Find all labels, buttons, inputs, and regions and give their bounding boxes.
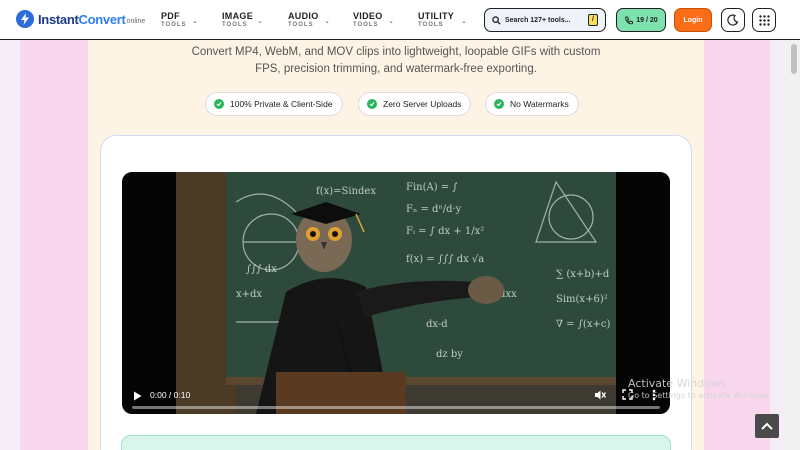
- top-navbar: InstantConvert online PDF TOOLS ⌄ IMAGE …: [0, 0, 800, 40]
- badge-label: 100% Private & Client-Side: [230, 99, 333, 109]
- nav-subtitle: TOOLS: [161, 22, 187, 28]
- svg-text:∑ (x+b)+d: ∑ (x+b)+d: [556, 269, 610, 280]
- play-icon[interactable]: [133, 391, 142, 401]
- svg-text:∇ = ∫(x+c): ∇ = ∫(x+c): [556, 319, 610, 330]
- check-circle-icon: [214, 99, 224, 109]
- page-scrollbar[interactable]: [788, 40, 800, 450]
- nav-subtitle: TOOLS: [222, 22, 248, 28]
- badge-private: 100% Private & Client-Side: [205, 92, 343, 116]
- svg-text:Fin(A) = ∫: Fin(A) = ∫: [406, 182, 458, 193]
- svg-text:f(x) = ∫∫∫ dx √a: f(x) = ∫∫∫ dx √a: [406, 254, 484, 265]
- moon-icon: [727, 14, 739, 26]
- nav-title: AUDIO: [288, 11, 319, 21]
- nav-subtitle: TOOLS: [288, 22, 314, 28]
- nav-subtitle: TOOLS: [353, 22, 379, 28]
- video-controls: 0:00 / 0:10: [122, 382, 670, 414]
- video-frame-owl-professor: f(x)=Sindex Fin(A) = ∫ Fₙ = dⁿ/d·y Fᵢ = …: [176, 172, 616, 414]
- svg-text:dz by: dz by: [436, 349, 463, 360]
- search-placeholder: Search 127+ tools...: [505, 16, 571, 24]
- watermark-title: Activate Windows: [628, 377, 726, 390]
- lightning-bolt-icon: [16, 10, 34, 28]
- svg-text:dx-d: dx-d: [426, 319, 448, 330]
- login-button[interactable]: Login: [674, 8, 712, 32]
- logo-text: InstantConvert: [38, 11, 126, 27]
- svg-text:∫∫∫ dx: ∫∫∫ dx: [246, 264, 277, 275]
- svg-text:Fᵢ = ∫ dx + 1/x²: Fᵢ = ∫ dx + 1/x²: [406, 226, 484, 237]
- nav-title: VIDEO: [353, 11, 383, 21]
- svg-text:Fₙ = dⁿ/d·y: Fₙ = dⁿ/d·y: [406, 204, 462, 215]
- search-shortcut-key: /: [588, 14, 598, 26]
- nav-image-tools[interactable]: IMAGE TOOLS ⌄: [222, 11, 263, 29]
- nav-pdf-tools[interactable]: PDF TOOLS ⌄: [161, 11, 198, 29]
- badge-label: No Watermarks: [510, 99, 569, 109]
- windows-activation-watermark: Activate Windows Go to Settings to activ…: [628, 377, 771, 402]
- chevron-down-icon: ⌄: [388, 18, 394, 25]
- nav-utility-tools[interactable]: UTILITY TOOLS ⌄: [418, 11, 467, 29]
- scroll-to-top-button[interactable]: [755, 414, 779, 438]
- conversion-options-panel: [121, 435, 671, 450]
- mute-icon[interactable]: [594, 389, 606, 401]
- watermark-subtitle: Go to Settings to activate Windows.: [628, 391, 772, 400]
- svg-text:Sim(x+6)²: Sim(x+6)²: [556, 294, 608, 305]
- video-time: 0:00 / 0:10: [150, 390, 191, 400]
- svg-text:f(x)=Sindex: f(x)=Sindex: [316, 186, 376, 197]
- phone-icon: [625, 15, 634, 24]
- hero-subtitle: Convert MP4, WebM, and MOV clips into li…: [191, 46, 601, 75]
- nav-title: PDF: [161, 11, 180, 21]
- chevron-up-icon: [761, 422, 773, 430]
- badge-no-watermarks: No Watermarks: [485, 92, 579, 116]
- search-icon: [492, 15, 501, 25]
- usage-counter-text: 19 / 20: [636, 16, 658, 24]
- grid-icon: [758, 14, 770, 26]
- usage-counter-button[interactable]: 19 / 20: [616, 8, 666, 32]
- nav-title: UTILITY: [418, 11, 455, 21]
- video-player[interactable]: f(x)=Sindex Fin(A) = ∫ Fₙ = dⁿ/d·y Fᵢ = …: [122, 172, 670, 414]
- nav-video-tools[interactable]: VIDEO TOOLS ⌄: [353, 11, 394, 29]
- chevron-down-icon: ⌄: [324, 18, 330, 25]
- check-circle-icon: [494, 99, 504, 109]
- chevron-down-icon: ⌄: [192, 18, 198, 25]
- badge-no-uploads: Zero Server Uploads: [358, 92, 472, 116]
- chevron-down-icon: ⌄: [257, 18, 263, 25]
- search-tools-button[interactable]: Search 127+ tools... /: [484, 8, 606, 32]
- theme-toggle-button[interactable]: [721, 8, 745, 32]
- nav-subtitle: TOOLS: [418, 22, 444, 28]
- scrollbar-thumb[interactable]: [791, 44, 797, 74]
- check-circle-icon: [367, 99, 377, 109]
- nav-title: IMAGE: [222, 11, 254, 21]
- apps-menu-button[interactable]: [752, 8, 776, 32]
- site-logo[interactable]: InstantConvert online: [16, 10, 145, 28]
- badge-label: Zero Server Uploads: [383, 99, 462, 109]
- svg-text:x+dx: x+dx: [236, 289, 262, 300]
- left-side-panel: [20, 40, 88, 450]
- chevron-down-icon: ⌄: [461, 18, 467, 25]
- video-progress-bar[interactable]: [132, 406, 660, 409]
- nav-audio-tools[interactable]: AUDIO TOOLS ⌄: [288, 11, 330, 29]
- logo-suffix: online: [126, 17, 146, 25]
